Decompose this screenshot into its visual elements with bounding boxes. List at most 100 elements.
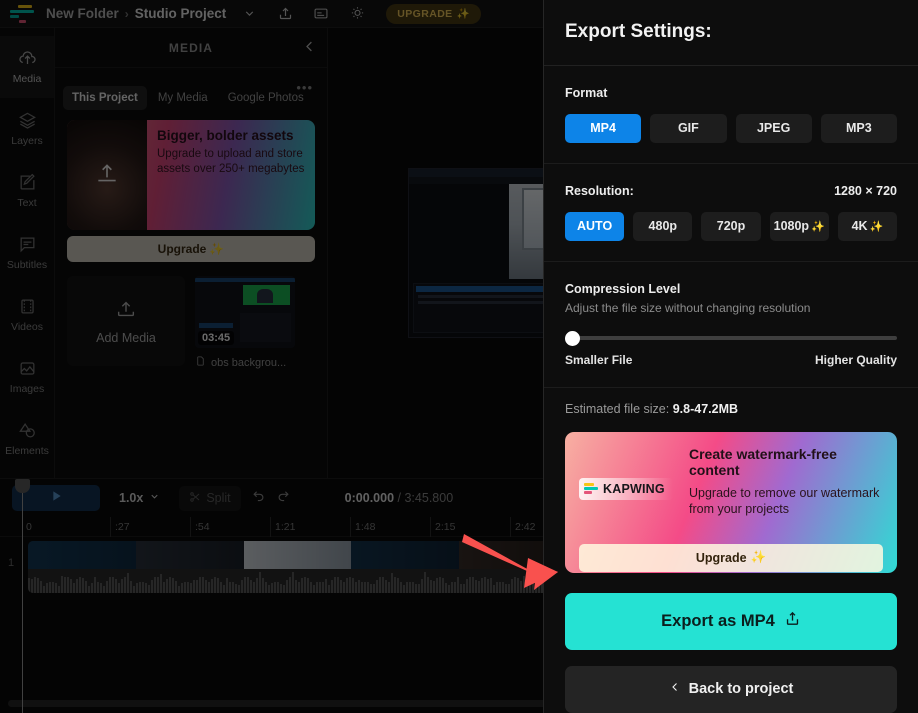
export-panel-header: Export Settings: (544, 0, 918, 66)
ruler-tick: 2:42 (510, 517, 535, 537)
format-option-gif[interactable]: GIF (650, 114, 726, 143)
breadcrumb-separator: › (125, 7, 129, 21)
format-option-jpeg[interactable]: JPEG (736, 114, 812, 143)
sidebar-item-label: Images (10, 383, 44, 395)
format-label: Format (565, 86, 897, 100)
add-media-button[interactable]: Add Media (67, 276, 185, 366)
subtitles-icon[interactable] (308, 3, 334, 25)
resolution-option-4k[interactable]: 4K✨ (838, 212, 897, 241)
format-options: MP4 GIF JPEG MP3 (565, 114, 897, 143)
split-label: Split (206, 491, 230, 505)
sparkle-icon: ✨ (209, 242, 224, 256)
slider-track (575, 336, 897, 340)
tab-label: Google Photos (228, 92, 304, 104)
watermark-upgrade-button[interactable]: Upgrade ✨ (579, 544, 883, 572)
shapes-icon (18, 421, 37, 440)
sidebar-item-layers[interactable]: Layers (0, 98, 54, 160)
kapwing-logo-icon (584, 483, 598, 494)
export-settings-panel: Export Settings: Format MP4 GIF JPEG MP3… (543, 0, 918, 713)
slider-right-label: Higher Quality (815, 353, 897, 367)
promo-heading: Bigger, bolder assets (157, 128, 305, 143)
format-section: Format MP4 GIF JPEG MP3 (544, 66, 918, 164)
upload-cloud-icon (18, 49, 37, 68)
kapwing-brand-text: KAPWING (603, 482, 665, 496)
sidebar-item-media[interactable]: Media (0, 36, 54, 98)
resolution-options: AUTO 480p 720p 1080p✨ 4K✨ (565, 212, 897, 241)
watermark-card-text: Create watermark-free content Upgrade to… (689, 446, 883, 532)
kapwing-badge: KAPWING (579, 478, 673, 500)
format-option-label: MP3 (846, 121, 872, 135)
media-panel-header: MEDIA (55, 28, 327, 68)
layers-icon (18, 111, 37, 130)
back-to-project-button[interactable]: Back to project (565, 666, 897, 713)
sparkle-icon: ✨ (751, 550, 767, 565)
resolution-option-label: 4K (852, 219, 868, 233)
chevron-down-icon[interactable] (236, 3, 262, 25)
resolution-option-480p[interactable]: 480p (633, 212, 692, 241)
media-upgrade-promo-card[interactable]: Bigger, bolder assets Upgrade to upload … (67, 120, 315, 230)
current-time: 0:00.000 (345, 491, 394, 505)
watermark-upgrade-card[interactable]: KAPWING Create watermark-free content Up… (565, 432, 897, 574)
asset-name: obs backgrou... (211, 357, 286, 369)
resolution-option-1080p[interactable]: 1080p✨ (770, 212, 829, 241)
media-asset-item[interactable]: 03:45 obs backgrou... (195, 276, 295, 370)
timecode-display: 0:00.000 / 3:45.800 (345, 491, 453, 505)
slider-labels: Smaller File Higher Quality (565, 353, 897, 367)
sidebar-item-subtitles[interactable]: Subtitles (0, 222, 54, 284)
redo-button[interactable] (276, 488, 291, 508)
split-button[interactable]: Split (179, 486, 240, 511)
sidebar-item-label: Media (13, 73, 42, 85)
compression-slider[interactable] (565, 331, 897, 345)
resolution-option-label: 480p (649, 219, 678, 233)
media-promo-upgrade-button[interactable]: Upgrade ✨ (67, 236, 315, 262)
sparkle-icon: ✨ (811, 220, 825, 233)
playback-speed-selector[interactable]: 1.0x (110, 487, 169, 509)
sidebar-item-images[interactable]: Images (0, 346, 54, 408)
slider-handle[interactable] (565, 331, 580, 346)
resolution-option-720p[interactable]: 720p (701, 212, 760, 241)
sidebar-item-label: Subtitles (7, 259, 47, 271)
lightbulb-icon[interactable] (344, 3, 370, 25)
upgrade-button[interactable]: UPGRADE ✨ (386, 4, 481, 24)
resolution-section: Resolution: 1280 × 720 AUTO 480p 720p 10… (544, 164, 918, 262)
media-tabs: This Project My Media Google Photos (55, 68, 327, 110)
more-options-icon[interactable]: ••• (296, 80, 313, 95)
resolution-option-auto[interactable]: AUTO (565, 212, 624, 241)
file-icon (195, 355, 206, 370)
breadcrumb-folder[interactable]: New Folder (46, 6, 119, 21)
play-icon (48, 488, 64, 509)
share-icon[interactable] (272, 3, 298, 25)
kapwing-logo[interactable] (10, 5, 38, 23)
resolution-value: 1280 × 720 (834, 184, 897, 198)
resolution-option-label: 1080p (774, 219, 809, 233)
export-button-label: Export as MP4 (661, 612, 775, 631)
watermark-upgrade-label: Upgrade (696, 551, 747, 565)
breadcrumb-project[interactable]: Studio Project (135, 6, 227, 21)
format-option-mp4[interactable]: MP4 (565, 114, 641, 143)
speed-label: 1.0x (119, 491, 143, 505)
resolution-label: Resolution: (565, 184, 634, 198)
media-panel-title: MEDIA (169, 41, 213, 55)
chevron-left-icon (669, 681, 681, 697)
sidebar-item-videos[interactable]: Videos (0, 284, 54, 346)
image-icon (18, 359, 37, 378)
sidebar-item-label: Text (17, 197, 36, 209)
ruler-tick: 1:21 (270, 517, 295, 537)
export-panel-title: Export Settings: (565, 21, 712, 43)
sidebar-item-text[interactable]: Text (0, 160, 54, 222)
format-option-label: MP4 (590, 121, 616, 135)
export-as-mp4-button[interactable]: Export as MP4 (565, 593, 897, 649)
sidebar-item-elements[interactable]: Elements (0, 408, 54, 470)
slider-left-label: Smaller File (565, 353, 632, 367)
kapwing-brand-logo: KAPWING (579, 446, 677, 532)
asset-name-row: obs backgrou... (195, 355, 295, 370)
undo-button[interactable] (251, 488, 266, 508)
format-option-mp3[interactable]: MP3 (821, 114, 897, 143)
playhead[interactable] (22, 479, 23, 713)
chevron-left-icon[interactable] (302, 39, 317, 59)
sparkle-icon: ✨ (457, 7, 470, 20)
scissors-icon (189, 491, 201, 506)
tab-my-media[interactable]: My Media (149, 86, 217, 110)
tab-this-project[interactable]: This Project (63, 86, 147, 110)
resolution-option-label: AUTO (577, 219, 612, 233)
